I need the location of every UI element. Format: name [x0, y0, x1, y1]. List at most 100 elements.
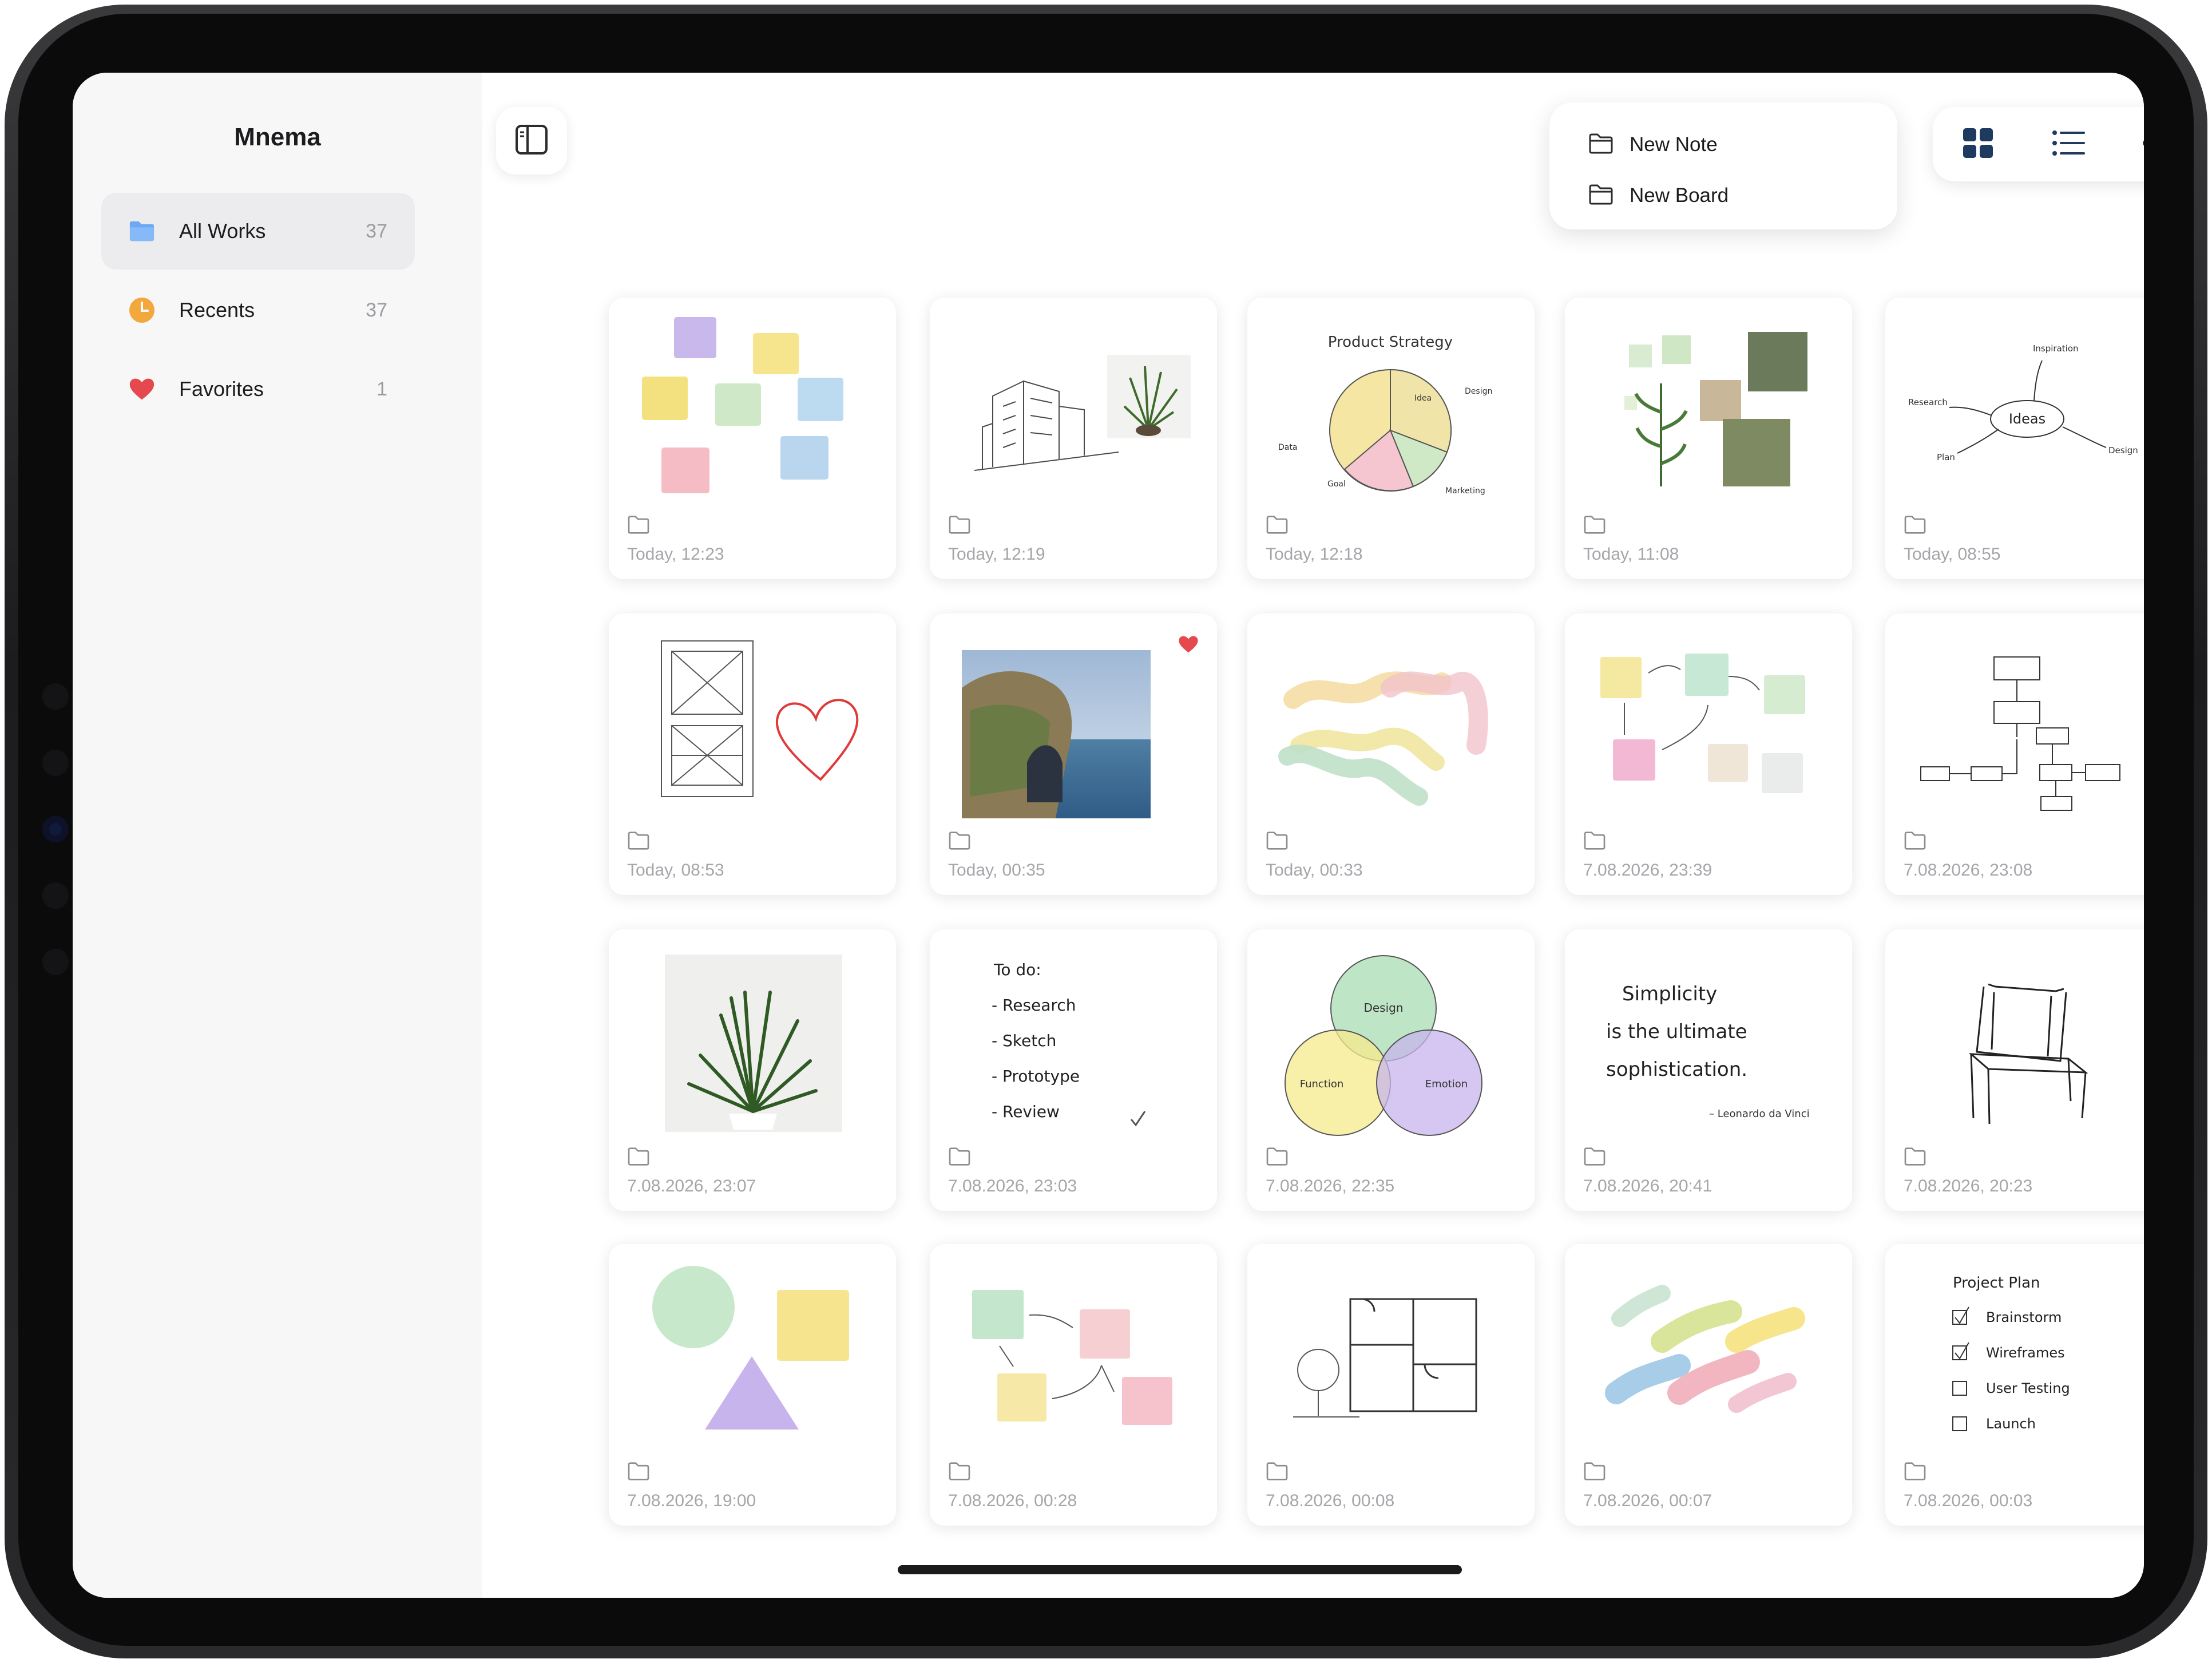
card-date: Today, 08:55	[1904, 545, 2001, 564]
card-date: Today, 00:35	[948, 861, 1045, 880]
board-card[interactable]: 7.08.2026, 23:07	[609, 929, 896, 1211]
card-thumbnail	[1278, 671, 1488, 806]
card-date: 7.08.2026, 23:07	[627, 1177, 756, 1195]
folder-icon	[1266, 831, 1291, 854]
clock-icon	[129, 297, 155, 323]
grid-view-icon	[1962, 127, 1994, 162]
sidebar-item-all-works[interactable]: All Works 37	[101, 193, 415, 270]
folder-icon	[1904, 1462, 1929, 1484]
menu-item-label: New Note	[1630, 133, 1718, 156]
folder-icon	[948, 1147, 973, 1170]
svg-text:Launch: Launch	[1986, 1416, 2036, 1432]
board-card[interactable]: Design Function Emotion 7.08.2026, 22:35	[1247, 929, 1535, 1211]
folder-outline-icon	[1588, 184, 1614, 208]
svg-text:sophistication.: sophistication.	[1606, 1058, 1747, 1081]
card-date: Today, 08:53	[627, 861, 724, 880]
menu-item-label: New Board	[1630, 184, 1729, 207]
board-card[interactable]: 7.08.2026, 23:39	[1565, 613, 1852, 895]
folder-icon	[627, 1462, 652, 1484]
board-card[interactable]: Product Strategy Idea Design Data Goal M…	[1247, 298, 1535, 579]
card-thumbnail	[974, 355, 1191, 471]
board-card[interactable]: 7.08.2026, 00:08	[1247, 1244, 1535, 1526]
card-thumbnail	[1293, 1298, 1477, 1417]
svg-text:Idea: Idea	[1414, 394, 1432, 403]
board-card[interactable]: 7.08.2026, 23:08	[1885, 613, 2144, 895]
board-card[interactable]: 7.08.2026, 19:00	[609, 1244, 896, 1526]
board-card[interactable]: 7.08.2026, 00:07	[1565, 1244, 1852, 1526]
board-card[interactable]: 7.08.2026, 00:28	[930, 1244, 1217, 1526]
grid-view-button[interactable]	[1957, 123, 1999, 165]
board-card[interactable]: Simplicity is the ultimate sophisticatio…	[1565, 929, 1852, 1211]
more-button[interactable]	[2138, 123, 2144, 165]
card-thumbnail	[1968, 983, 2088, 1124]
svg-text:is the ultimate: is the ultimate	[1606, 1020, 1747, 1043]
card-date: 7.08.2026, 00:07	[1583, 1491, 1712, 1510]
card-thumbnail: Design Function Emotion	[1285, 955, 1482, 1136]
board-card[interactable]: Project Plan Brainstorm Wireframes User …	[1885, 1244, 2144, 1526]
svg-text:User Testing: User Testing	[1986, 1380, 2070, 1396]
svg-text:Brainstorm: Brainstorm	[1986, 1309, 2062, 1325]
menu-item-new-note[interactable]: New Note	[1588, 128, 1718, 162]
board-card[interactable]: Today, 08:53	[609, 613, 896, 895]
board-card[interactable]: 7.08.2026, 20:23	[1885, 929, 2144, 1211]
folder-icon	[1583, 1462, 1608, 1484]
sidebar-item-favorites[interactable]: Favorites 1	[101, 351, 415, 427]
folder-outline-icon	[1588, 133, 1614, 157]
svg-text:Function: Function	[1300, 1078, 1344, 1090]
folder-icon	[627, 831, 652, 854]
svg-text:- Prototype: - Prototype	[992, 1067, 1080, 1086]
svg-text:Marketing: Marketing	[1445, 486, 1485, 496]
card-date: 7.08.2026, 00:08	[1266, 1491, 1395, 1510]
folder-icon	[1266, 515, 1291, 538]
sidebar-toggle-button[interactable]	[496, 107, 567, 175]
board-card[interactable]: Today, 00:35	[930, 613, 1217, 895]
sidebar-item-recents[interactable]: Recents 37	[101, 272, 415, 349]
sidebar: Mnema All Works 37 Recents 37 Favorites …	[73, 73, 482, 1598]
home-indicator[interactable]	[898, 1565, 1462, 1574]
svg-text:Design: Design	[1465, 387, 1492, 396]
card-thumbnail: Simplicity is the ultimate sophisticatio…	[1606, 983, 1810, 1120]
board-card[interactable]: To do: - Research - Sketch - Prototype -…	[930, 929, 1217, 1211]
favorite-heart-icon[interactable]	[1178, 635, 1199, 656]
board-card[interactable]: Today, 11:08	[1565, 298, 1852, 579]
folder-icon	[627, 1147, 652, 1170]
svg-text:- Sketch: - Sketch	[992, 1031, 1056, 1050]
folder-icon	[627, 515, 652, 538]
card-date: 7.08.2026, 23:08	[1904, 861, 2033, 880]
list-view-button[interactable]	[2047, 123, 2090, 165]
card-date: Today, 12:18	[1266, 545, 1363, 564]
card-date: 7.08.2026, 20:41	[1583, 1177, 1712, 1195]
card-thumbnail	[1920, 656, 2120, 811]
svg-text:- Research: - Research	[992, 996, 1076, 1015]
card-date: 7.08.2026, 00:03	[1904, 1491, 2033, 1510]
card-date: 7.08.2026, 20:23	[1904, 1177, 2033, 1195]
card-thumbnail: Project Plan Brainstorm Wireframes User …	[1952, 1274, 2070, 1432]
folder-icon	[948, 831, 973, 854]
card-date: 7.08.2026, 23:03	[948, 1177, 1077, 1195]
card-thumbnail	[1600, 654, 1805, 793]
board-card[interactable]: Today, 00:33	[1247, 613, 1535, 895]
more-icon	[2142, 139, 2144, 150]
card-date: 7.08.2026, 00:28	[948, 1491, 1077, 1510]
card-thumbnail	[972, 1290, 1172, 1425]
board-card[interactable]: Today, 12:19	[930, 298, 1217, 579]
card-thumbnail	[642, 317, 843, 493]
card-date: Today, 12:19	[948, 545, 1045, 564]
svg-text:Wireframes: Wireframes	[1986, 1345, 2065, 1361]
view-mode-toggle	[1933, 107, 2144, 181]
folder-icon	[1266, 1462, 1291, 1484]
card-date: 7.08.2026, 22:35	[1266, 1177, 1395, 1195]
sidebar-item-count: 1	[376, 378, 387, 400]
svg-text:– Leonardo da Vinci: – Leonardo da Vinci	[1709, 1108, 1810, 1120]
card-date: Today, 12:23	[627, 545, 724, 564]
card-thumbnail	[1605, 1285, 1805, 1413]
main-content: New Note New Board Today, 12:23 Today, 1…	[482, 73, 2144, 1598]
app-screen: Mnema All Works 37 Recents 37 Favorites …	[73, 73, 2144, 1598]
menu-item-new-board[interactable]: New Board	[1588, 179, 1729, 213]
board-card[interactable]: Ideas Inspiration Research Plan Design T…	[1885, 298, 2144, 579]
card-date: Today, 00:33	[1266, 861, 1363, 880]
svg-text:Emotion: Emotion	[1425, 1078, 1468, 1090]
board-card[interactable]: Today, 12:23	[609, 298, 896, 579]
svg-text:Design: Design	[2108, 445, 2138, 456]
svg-text:Goal: Goal	[1327, 480, 1346, 489]
